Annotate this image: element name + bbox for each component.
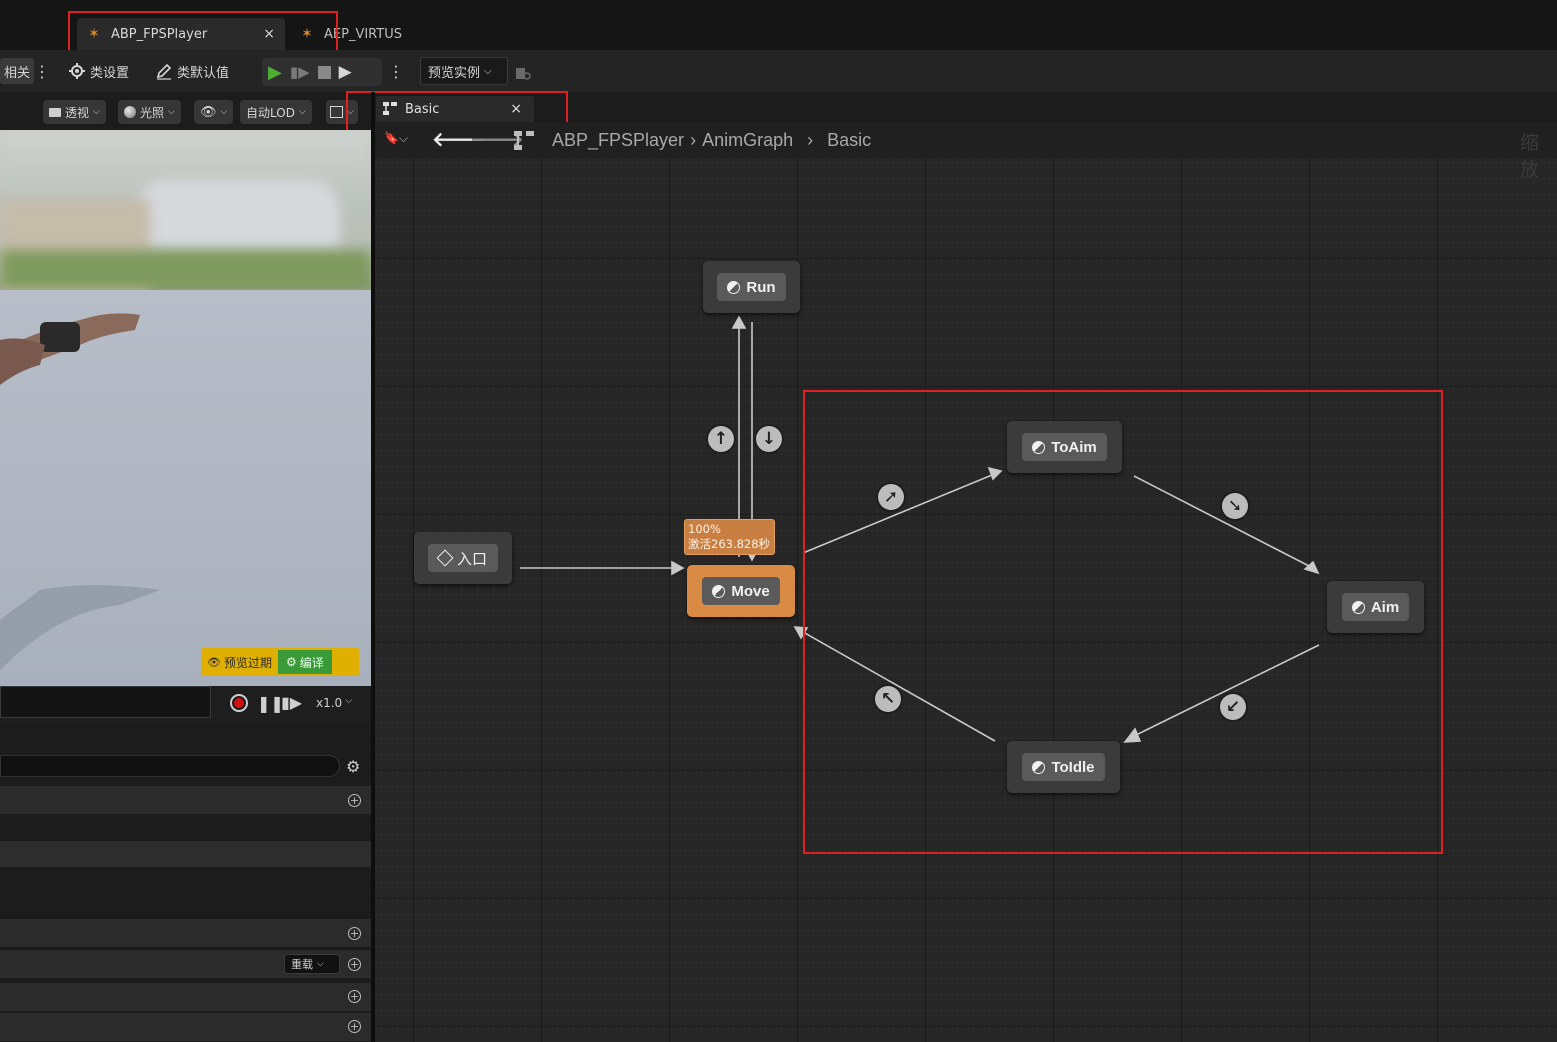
show-button[interactable]: 👁 ⌵ (194, 100, 234, 124)
state-label: Move (731, 582, 770, 600)
search-input[interactable] (0, 755, 340, 777)
tooltip-percent: 100% (688, 522, 721, 536)
character-arms (0, 313, 160, 670)
panel-category-row[interactable] (0, 983, 371, 1011)
panel-category-row[interactable] (0, 786, 371, 814)
panel-category-row[interactable] (0, 1013, 371, 1041)
play-controls: ▶ ▮▶ ▶ (262, 58, 382, 86)
step-icon[interactable]: ▮▶ (290, 63, 310, 81)
preview-instance-label: 预览实例 (428, 65, 481, 81)
stop-icon[interactable] (317, 65, 331, 79)
preview-expired-label: 预览过期 (223, 655, 272, 670)
chevron-down-icon: ⌵ (345, 696, 353, 706)
pause-button[interactable]: ❚❚ (257, 694, 284, 713)
eye-icon: 👁 (200, 104, 217, 120)
chevron-down-icon: ⌵ (168, 107, 175, 117)
chevron-down-icon: ⌵ (317, 959, 324, 969)
compile-label: 编译 (299, 655, 324, 670)
auto-lod-label: 自动LOD (246, 105, 295, 120)
class-settings-button[interactable]: 类设置 (68, 58, 129, 84)
preview-viewport[interactable]: 👁 预览过期 ⚙ 编译 (0, 130, 371, 686)
lighting-label: 光照 (140, 105, 165, 120)
speed-label: x1.0 (316, 696, 343, 710)
transition-run-to-move-icon[interactable]: ↑ (708, 426, 734, 452)
class-defaults-label: 类默认值 (177, 65, 230, 81)
add-icon[interactable]: + (348, 927, 361, 940)
chevron-down-icon: ⌵ (93, 107, 100, 117)
perspective-button[interactable]: 透视 ⌵ (43, 100, 106, 124)
state-tooltip: 100% 激活263.828秒 (684, 519, 775, 555)
related-button[interactable]: 相关 (0, 58, 35, 84)
camera-icon (49, 107, 61, 117)
add-icon[interactable]: + (348, 990, 361, 1003)
preview-expired-badge: 👁 预览过期 ⚙ 编译 (201, 648, 359, 676)
entry-label: 入口 (456, 550, 487, 568)
perspective-label: 透视 (65, 105, 90, 120)
compile-button[interactable]: ⚙ 编译 (277, 650, 332, 674)
state-icon (712, 584, 726, 598)
auto-lod-button[interactable]: 自动LOD ⌵ (240, 100, 312, 124)
debug-filter-icon[interactable] (514, 60, 532, 86)
lighting-icon (124, 106, 136, 118)
transition-move-to-run-icon[interactable]: ↓ (756, 426, 782, 452)
background-grass (0, 250, 371, 290)
state-node-run[interactable]: Run (703, 261, 800, 313)
add-icon[interactable]: + (348, 958, 361, 971)
add-icon[interactable]: + (348, 794, 361, 807)
panel-category-row[interactable] (0, 841, 371, 867)
state-icon (727, 280, 741, 294)
play-options-icon[interactable]: ⋮ (388, 58, 404, 84)
state-label: Run (746, 278, 776, 296)
chevron-down-icon: ⌵ (298, 107, 306, 117)
add-icon[interactable]: + (348, 1020, 361, 1033)
panel-category-row[interactable] (0, 919, 371, 947)
timeline-scrubber[interactable] (0, 686, 211, 718)
gear-icon: ⚙ (285, 655, 297, 669)
gear-icon[interactable]: ⚙ (346, 757, 360, 776)
more-options-icon[interactable]: ⋮ (34, 58, 50, 84)
play-icon[interactable]: ▶ (268, 62, 282, 83)
entry-icon (436, 549, 454, 567)
lighting-button[interactable]: 光照 ⌵ (118, 100, 181, 124)
record-button[interactable] (230, 694, 248, 712)
record-icon (234, 698, 244, 708)
main-toolbar (0, 50, 1557, 92)
entry-node[interactable]: 入口 (414, 532, 512, 584)
class-settings-label: 类设置 (90, 65, 130, 81)
step-forward-button[interactable]: ▮▶ (281, 693, 302, 712)
reload-dropdown[interactable]: 重载 ⌵ (284, 954, 340, 974)
state-node-move[interactable]: Move (687, 565, 795, 617)
preview-instance-dropdown[interactable]: 预览实例 ⌵ (420, 57, 508, 85)
highlight-box (803, 390, 1443, 854)
pencil-icon (156, 63, 172, 80)
background-car (140, 180, 340, 250)
screenshot-icon (330, 106, 343, 118)
class-defaults-button[interactable]: 类默认值 (155, 58, 229, 84)
simulate-icon[interactable]: ▶ (339, 62, 352, 82)
playback-speed-dropdown[interactable]: x1.0 ⌵ (316, 696, 352, 710)
chevron-down-icon: ⌵ (484, 65, 492, 77)
reload-label: 重载 (291, 958, 313, 971)
related-label: 相关 (4, 65, 31, 81)
eye-icon: 👁 (207, 655, 221, 669)
chevron-down-icon: ⌵ (220, 107, 228, 117)
gear-icon (69, 63, 85, 79)
tooltip-active-time: 激活263.828秒 (688, 537, 771, 551)
